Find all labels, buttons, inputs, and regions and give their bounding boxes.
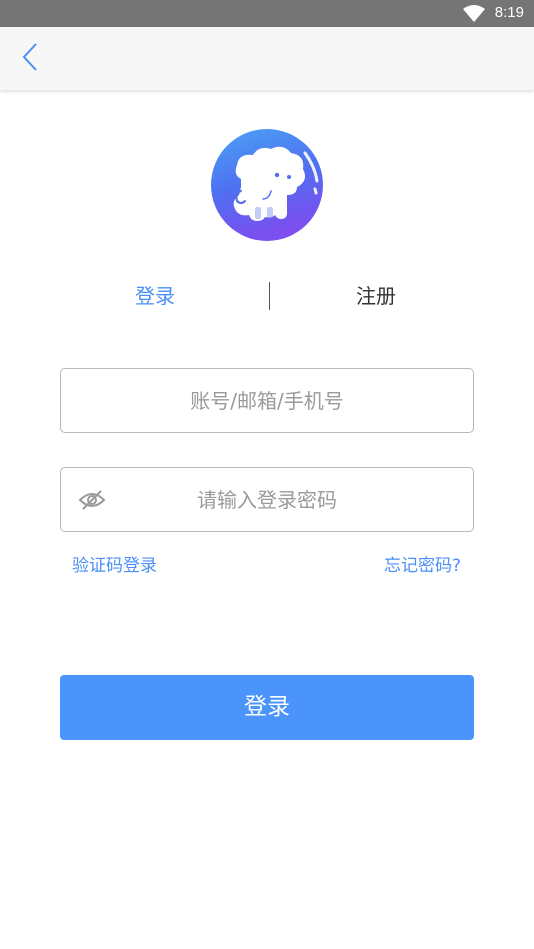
eye-off-icon[interactable] <box>77 487 107 513</box>
tab-divider <box>269 282 270 310</box>
elephant-logo-icon <box>211 129 323 241</box>
sms-login-link[interactable]: 验证码登录 <box>72 551 157 576</box>
password-field <box>60 467 474 532</box>
status-time: 8:19 <box>494 4 524 21</box>
login-button[interactable]: 登录 <box>60 675 474 740</box>
auth-tabs: 登录 注册 <box>0 276 534 316</box>
account-field <box>60 368 474 433</box>
password-input[interactable] <box>61 468 473 531</box>
back-button[interactable] <box>14 39 50 75</box>
account-input[interactable] <box>61 369 473 432</box>
app-logo <box>211 129 323 241</box>
app-bar <box>0 27 534 90</box>
tab-register[interactable]: 注册 <box>356 276 396 316</box>
status-bar: 8:19 <box>0 0 534 27</box>
wifi-icon <box>463 5 485 22</box>
tab-login[interactable]: 登录 <box>135 276 175 316</box>
chevron-left-icon <box>22 43 37 71</box>
forgot-password-link[interactable]: 忘记密码? <box>384 551 461 576</box>
